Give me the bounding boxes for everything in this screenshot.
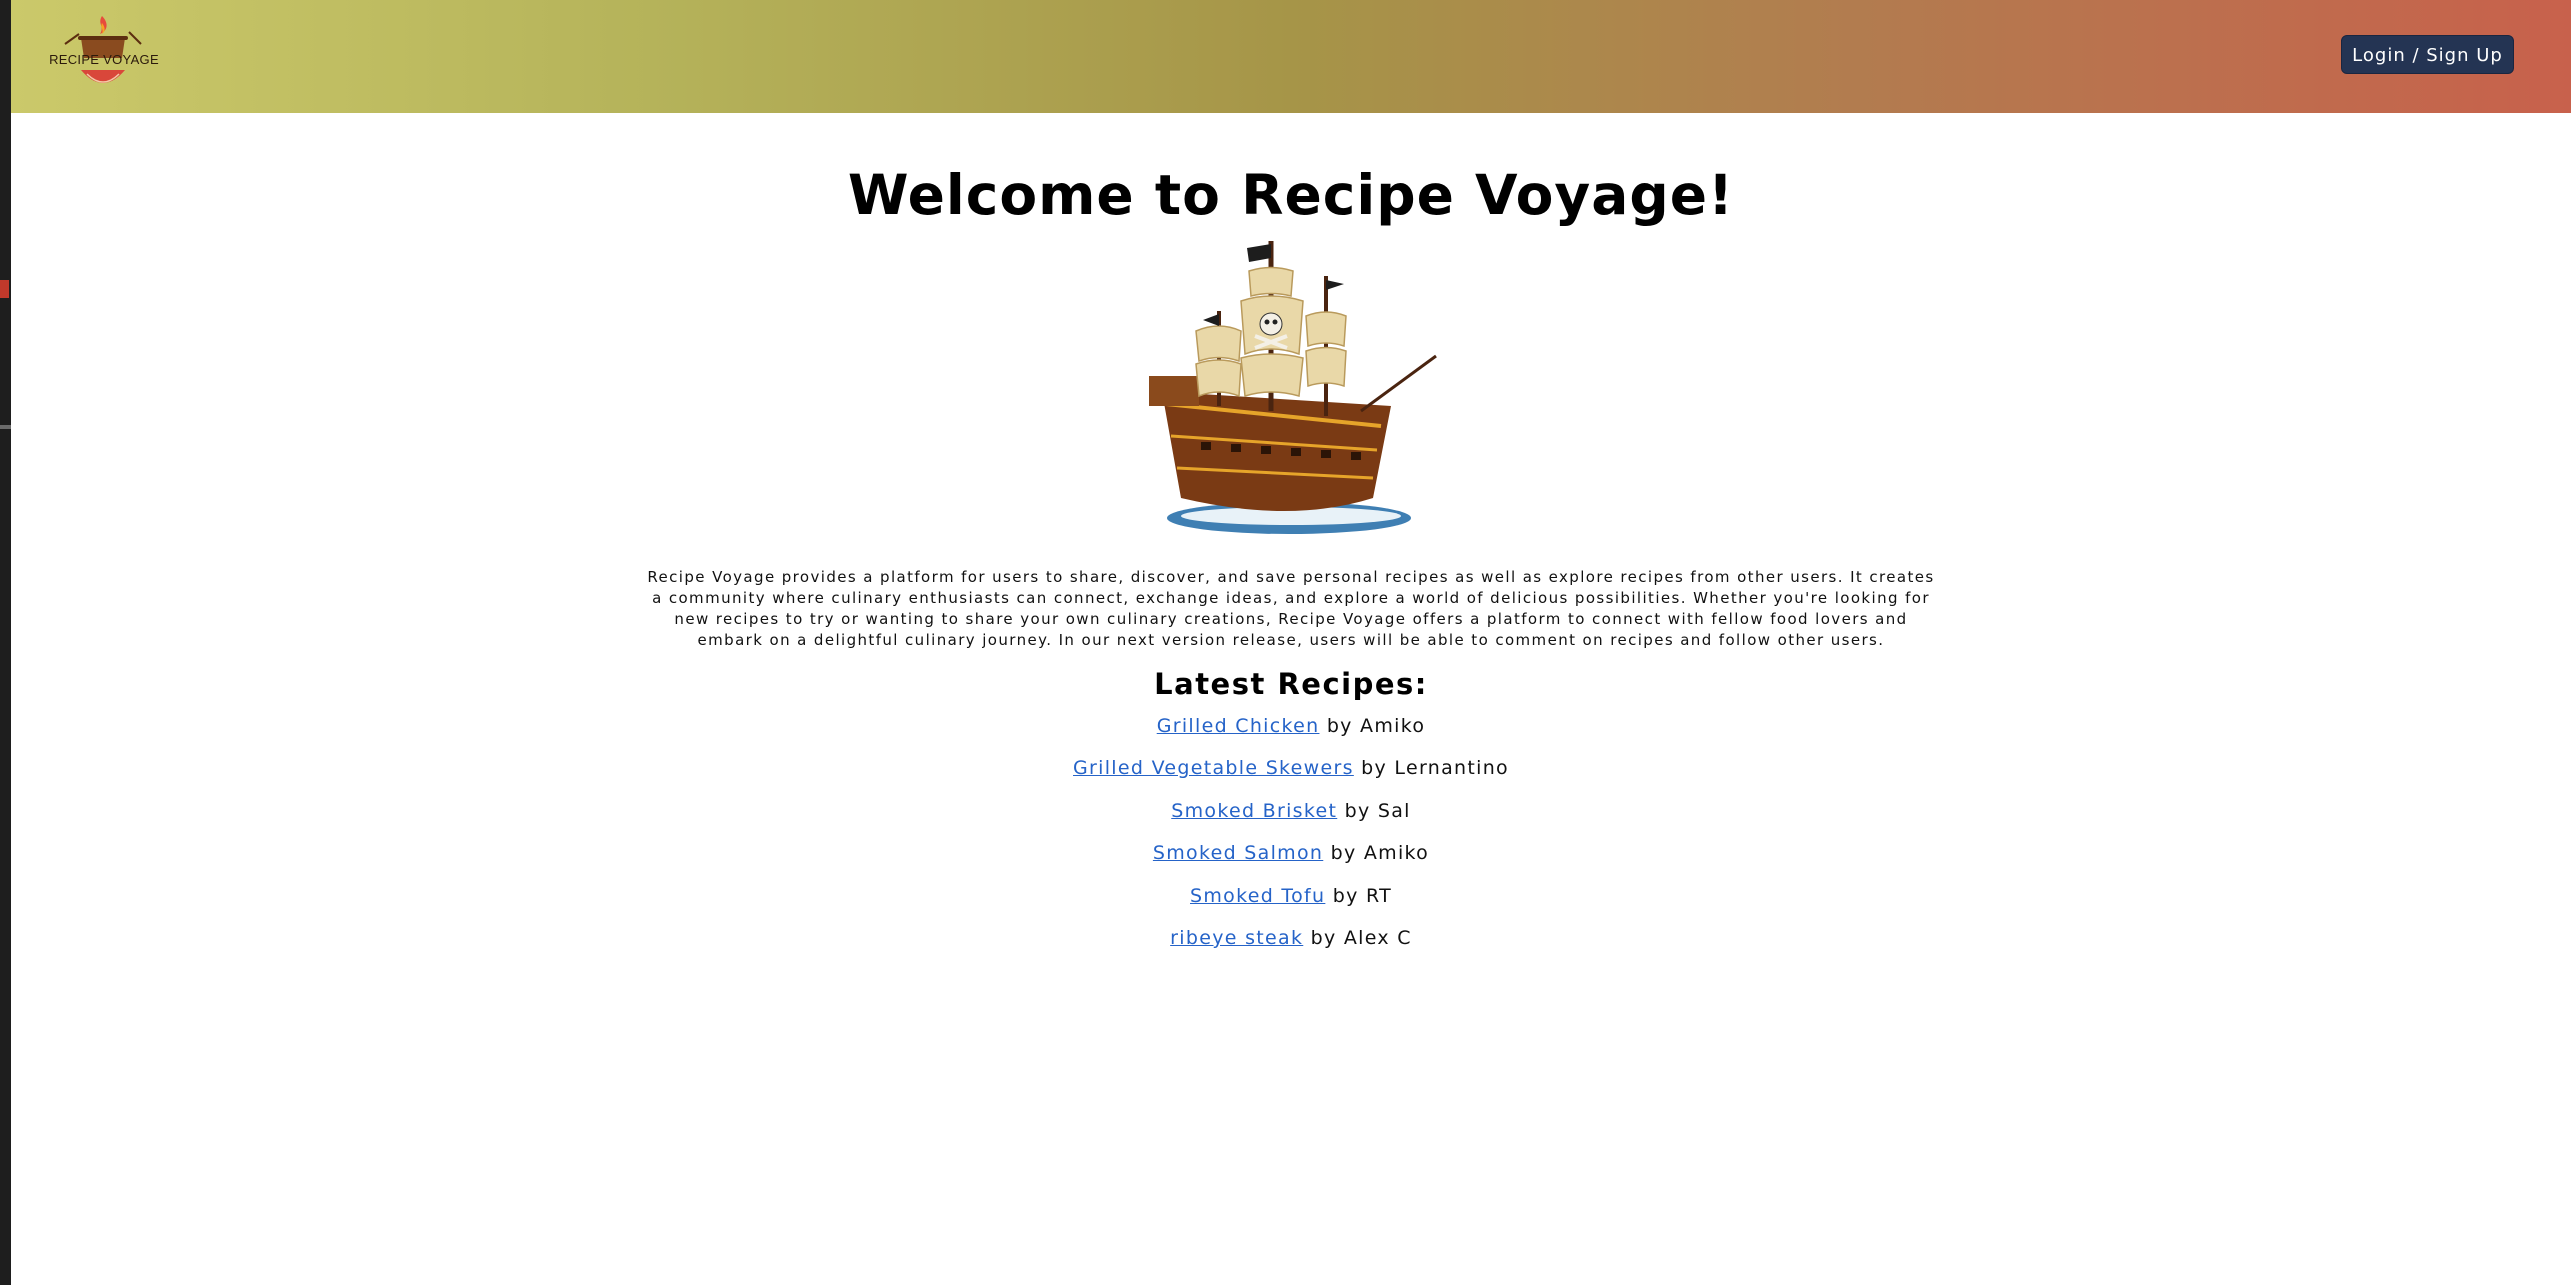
recipe-link[interactable]: Smoked Brisket [1171, 800, 1337, 822]
list-item: ribeye steak by Alex C [11, 923, 2571, 966]
recipe-author: by Sal [1344, 799, 1411, 822]
recipe-link[interactable]: Grilled Vegetable Skewers [1073, 757, 1354, 779]
strip-marker [0, 425, 11, 429]
recipe-link[interactable]: Smoked Salmon [1153, 842, 1323, 864]
recipe-link[interactable]: Smoked Tofu [1190, 885, 1325, 907]
list-item: Grilled Chicken by Amiko [11, 711, 2571, 754]
logo-text: RECIPE VOYAGE [49, 52, 159, 67]
pirate-ship-image [1141, 236, 1441, 541]
recipe-author: by Alex C [1310, 927, 1412, 949]
list-item: Grilled Vegetable Skewers by Lernantino [11, 753, 2571, 796]
list-item: Smoked Brisket by Sal [11, 796, 2571, 839]
recipe-list: Grilled Chicken by Amiko Grilled Vegetab… [11, 711, 2571, 966]
recipe-voyage-logo[interactable]: RECIPE VOYAGE [45, 14, 163, 98]
login-signup-button[interactable]: Login / Sign Up [2341, 35, 2514, 74]
recipe-author: by Amiko [1330, 842, 1430, 864]
recipe-author: by Amiko [1326, 714, 1426, 737]
recipe-link[interactable]: Grilled Chicken [1157, 715, 1320, 737]
list-item: Smoked Salmon by Amiko [11, 838, 2571, 881]
recipe-link[interactable]: ribeye steak [1170, 927, 1303, 949]
recipe-author: by RT [1332, 884, 1392, 907]
latest-recipes-heading: Latest Recipes: [1154, 666, 1428, 701]
page-title: Welcome to Recipe Voyage! [847, 163, 1735, 227]
main-content: Welcome to Recipe Voyage! Recipe Voyage … [11, 113, 2571, 966]
recipe-author: by Lernantino [1361, 757, 1509, 779]
site-description: Recipe Voyage provides a platform for us… [647, 567, 1935, 649]
strip-marker [0, 280, 9, 298]
list-item: Smoked Tofu by RT [11, 881, 2571, 924]
left-window-strip [0, 0, 11, 1285]
navbar: RECIPE VOYAGE Login / Sign Up [11, 0, 2571, 113]
